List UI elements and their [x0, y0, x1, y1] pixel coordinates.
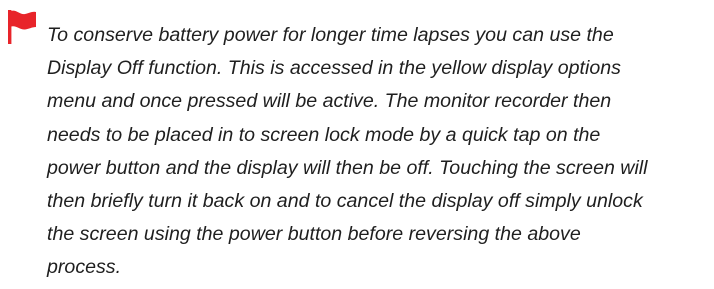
- note-line: needs to be placed in to screen lock mod…: [47, 123, 601, 146]
- note-line: then briefly turn it back on and to canc…: [47, 190, 643, 213]
- note-text: To conserve battery power for longer tim…: [47, 19, 702, 285]
- note-line: process.: [47, 256, 122, 279]
- tip-note: To conserve battery power for longer tim…: [0, 0, 714, 289]
- note-line: To conserve battery power for longer tim…: [47, 24, 614, 46]
- note-line: Display Off function. This is accessed i…: [47, 57, 621, 80]
- note-line: menu and once pressed will be active. Th…: [47, 90, 612, 113]
- red-flag-icon: [8, 10, 36, 44]
- note-line: power button and the display will then b…: [47, 156, 648, 179]
- note-line: the screen using the power button before…: [47, 223, 581, 246]
